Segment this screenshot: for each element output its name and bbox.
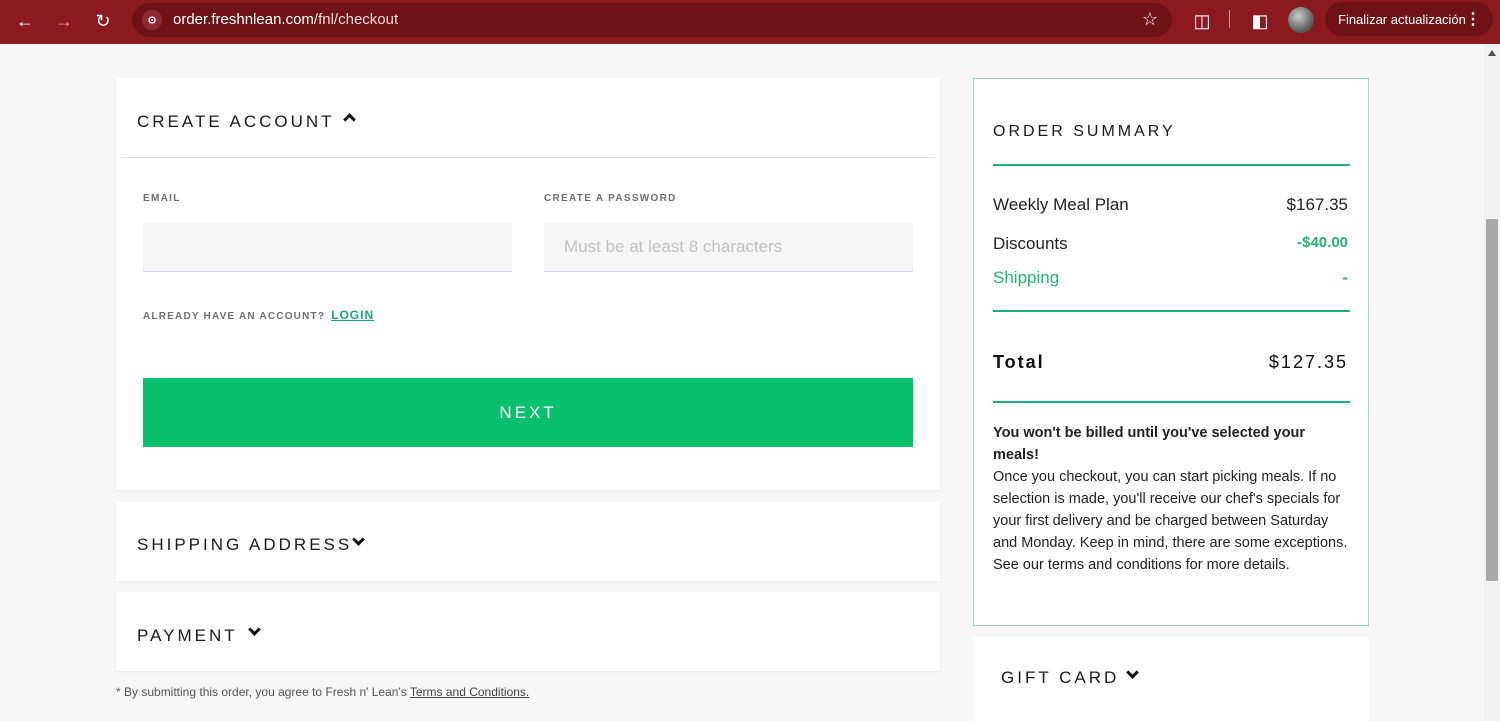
terms-link[interactable]: Terms and Conditions. [410,685,529,699]
payment-card[interactable]: PAYMENT [116,592,940,671]
chevron-up-icon[interactable] [343,113,356,126]
meal-plan-price: $167.35 [1286,195,1348,214]
forward-icon[interactable]: → [49,6,79,36]
shipping-address-card[interactable]: SHIPPING ADDRESS [116,502,940,581]
email-label: EMAIL [143,193,181,204]
billing-note: You won't be billed until you've selecte… [993,422,1351,576]
email-field[interactable] [143,222,512,272]
extensions-icon[interactable]: ◫ [1187,6,1217,36]
reload-icon[interactable]: ↻ [88,6,118,36]
shipping-address-title[interactable]: SHIPPING ADDRESS [137,535,352,555]
shipping-label: Shipping [993,268,1060,287]
already-have-account-text: ALREADY HAVE AN ACCOUNT? [143,311,326,322]
section-divider [121,157,935,158]
login-prompt: ALREADY HAVE AN ACCOUNT? LOGIN [143,308,374,322]
bookmark-star-icon[interactable]: ☆ [1142,9,1158,30]
summary-divider [993,164,1350,166]
profile-avatar[interactable] [1288,7,1314,33]
url-text[interactable]: order.freshnlean.com/fnl/checkout [173,11,398,28]
menu-dots-icon[interactable]: ⋮ [1465,9,1481,29]
payment-title[interactable]: PAYMENT [137,626,238,646]
browser-toolbar: ← → ↻ ⚙ order.freshnlean.com/fnl/checkou… [0,0,1500,44]
discounts-label: Discounts [993,234,1068,253]
summary-divider [993,310,1350,312]
page-scrollbar[interactable] [1484,44,1500,721]
toolbar-divider [1229,10,1230,28]
side-panel-icon[interactable]: ◧ [1245,6,1275,36]
terms-disclaimer: * By submitting this order, you agree to… [116,685,529,699]
password-field[interactable] [544,222,913,272]
url-path: /fnl/checkout [313,11,399,28]
order-summary-panel: ORDER SUMMARY Weekly Meal Plan $167.35 D… [973,78,1369,626]
billing-note-heading: You won't be billed until you've selecte… [993,425,1305,463]
meal-plan-label: Weekly Meal Plan [993,195,1129,214]
site-settings-icon[interactable]: ⚙ [142,10,162,30]
password-label: CREATE A PASSWORD [544,193,677,204]
update-button-label: Finalizar actualización [1338,11,1466,27]
gift-card-title[interactable]: GIFT CARD [1001,668,1119,688]
total-value: $127.35 [1268,352,1348,372]
address-bar[interactable]: ⚙ order.freshnlean.com/fnl/checkout ☆ [132,3,1172,37]
create-account-title[interactable]: CREATE ACCOUNT [137,112,335,132]
discounts-value: -$40.00 [1297,234,1348,251]
url-host: order.freshnlean.com [173,11,314,28]
order-summary-title: ORDER SUMMARY [993,123,1176,140]
chevron-down-icon[interactable] [1126,666,1139,679]
billing-note-body: Once you checkout, you can start picking… [993,469,1348,573]
back-icon[interactable]: ← [10,6,40,36]
scroll-up-arrow-icon[interactable] [1488,50,1496,56]
next-button[interactable]: NEXT [143,378,913,447]
chevron-down-icon[interactable] [352,533,365,546]
summary-divider [993,401,1350,403]
scroll-thumb[interactable] [1486,219,1498,581]
disclaimer-text: * By submitting this order, you agree to… [116,685,410,699]
login-link[interactable]: LOGIN [331,308,374,322]
gift-card-section[interactable]: GIFT CARD [973,637,1369,721]
shipping-value: - [1342,268,1348,287]
update-button[interactable]: Finalizar actualización ⋮ [1325,2,1493,36]
chevron-down-icon[interactable] [248,623,261,636]
total-label: Total [993,352,1045,372]
